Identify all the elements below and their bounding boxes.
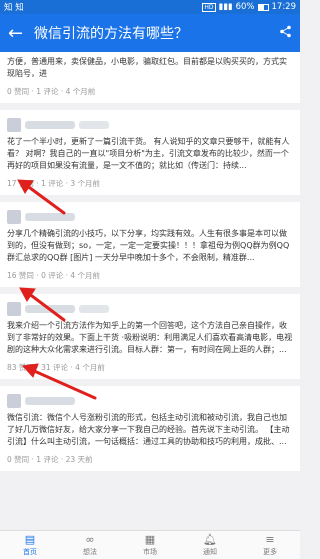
menu-icon: ≡: [265, 533, 275, 546]
avatar: [7, 302, 21, 316]
answer-meta: 0 赞同 · 1 评论 · 23 天前: [7, 455, 93, 464]
answer-meta: 83 赞同 · 31 评论 · 4 个月前: [7, 363, 105, 372]
nav-label: 通知: [203, 548, 217, 556]
answer-excerpt: 我来介绍一个引流方法作为知乎上的第一个回答吧，这个方法自己亲自操作，收到了非常好…: [7, 321, 293, 354]
status-time: 17:29: [271, 2, 297, 12]
signal-icon: ▮▮▮: [218, 2, 233, 12]
nav-label: 想法: [83, 548, 97, 556]
answer-excerpt: 微信引流：微信个人号涨粉引流的形式，包括主动引流和被动引流，我自己也加了好几万微…: [7, 413, 290, 446]
answer-meta: 17 赞同 · 1 评论 · 3 个月前: [7, 179, 101, 188]
answer-excerpt: 方便，普通用来，卖保健品，小电影，骗取红包。目前都是以购买买的，方式实现陷号，进: [7, 57, 287, 78]
avatar: [7, 118, 21, 132]
answer-excerpt: 分享几个精确引流的小技巧，以下分享，均实践有效。人生有很多事是本可以做到的，但没…: [7, 229, 290, 262]
nav-more[interactable]: ≡ 更多: [240, 531, 300, 559]
answer-card[interactable]: 方便，普通用来，卖保健品，小电影，骗取红包。目前都是以购买买的，方式实现陷号，进…: [0, 52, 300, 103]
answer-excerpt: 花了一个半小时，更新了一篇引流干货。 有人说知乎的文章只要够干，就能有人看？ 对…: [7, 137, 290, 170]
answer-list[interactable]: 方便，普通用来，卖保健品，小电影，骗取红包。目前都是以购买买的，方式实现陷号，进…: [0, 52, 300, 535]
author-name: [25, 397, 75, 405]
back-arrow-icon[interactable]: ←: [8, 23, 34, 44]
author-name: [25, 305, 75, 313]
idea-icon: ∞: [85, 533, 95, 546]
nav-home[interactable]: ▤ 首页: [0, 531, 60, 559]
answer-meta: 0 赞同 · 1 评论 · 4 个月前: [7, 87, 96, 96]
author-row: [7, 394, 293, 408]
nav-label: 更多: [263, 548, 277, 556]
market-icon: ▦: [144, 533, 156, 546]
answer-card[interactable]: 微信引流：微信个人号涨粉引流的形式，包括主动引流和被动引流，我自己也加了好几万微…: [0, 386, 300, 471]
home-icon: ▤: [24, 533, 36, 546]
nav-label: 市场: [143, 548, 157, 556]
answer-card[interactable]: 花了一个半小时，更新了一篇引流干货。 有人说知乎的文章只要够干，就能有人看？ 对…: [0, 110, 300, 195]
author-name: [25, 121, 75, 129]
battery-icon: [257, 3, 269, 11]
avatar: [7, 210, 21, 224]
status-right: HD ▮▮▮ 60% 17:29: [202, 2, 296, 12]
answer-card[interactable]: 我来介绍一个引流方法作为知乎上的第一个回答吧，这个方法自己亲自操作，收到了非常好…: [0, 294, 300, 379]
bell-icon: 🔔︎: [203, 533, 217, 546]
avatar: [7, 394, 21, 408]
hd-badge: HD: [202, 2, 216, 12]
status-left: 知 知: [4, 1, 24, 13]
nav-notifications[interactable]: 🔔︎ 通知: [180, 531, 240, 559]
answer-meta: 16 赞同 · 0 评论 · 4 个月前: [7, 271, 101, 280]
status-bar: 知 知 HD ▮▮▮ 60% 17:29: [0, 0, 300, 14]
app-bar: ← 微信引流的方法有哪些？: [0, 14, 300, 52]
notification-icons: 知 知: [4, 3, 24, 13]
nav-label: 首页: [23, 548, 37, 556]
share-icon[interactable]: [272, 25, 292, 42]
page-title: 微信引流的方法有哪些？: [34, 26, 188, 42]
answer-card[interactable]: 分享几个精确引流的小技巧，以下分享，均实践有效。人生有很多事是本可以做到的，但没…: [0, 202, 300, 287]
nav-market[interactable]: ▦ 市场: [120, 531, 180, 559]
author-row: [7, 302, 293, 316]
author-row: [7, 118, 293, 132]
bottom-nav: ▤ 首页 ∞ 想法 ▦ 市场 🔔︎ 通知 ≡ 更多: [0, 530, 300, 559]
author-bio: [79, 121, 109, 129]
battery-percent: 60%: [235, 2, 255, 12]
author-name: [25, 213, 75, 221]
nav-ideas[interactable]: ∞ 想法: [60, 531, 120, 559]
author-bio: [79, 305, 109, 313]
author-row: [7, 210, 293, 224]
